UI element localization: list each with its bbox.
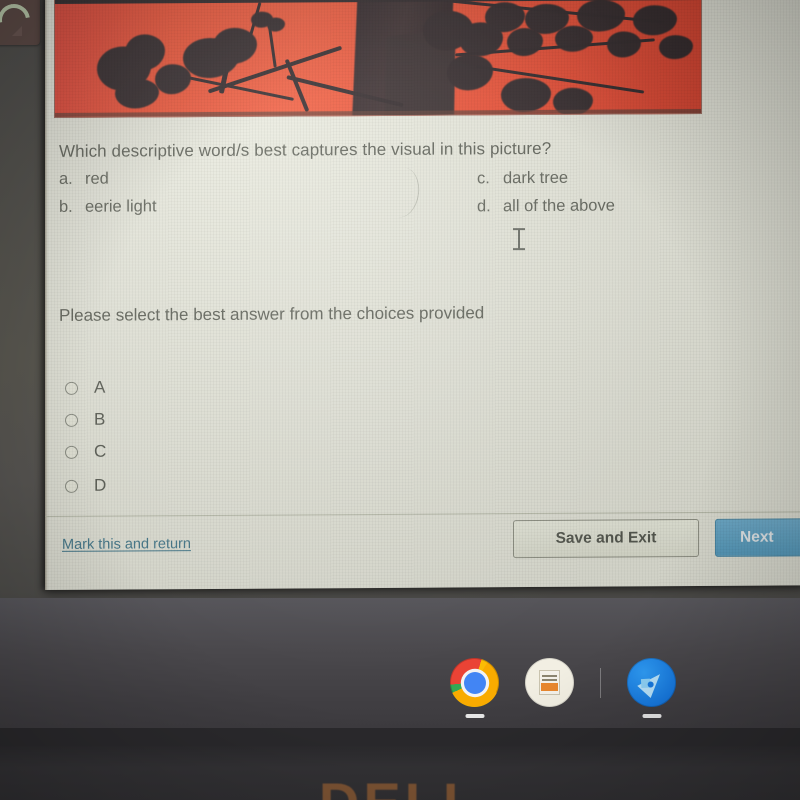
choice-a-text: red [85, 169, 109, 188]
choice-c-text: dark tree [503, 168, 569, 188]
choice-d-key: d. [477, 197, 491, 216]
chrome-center [463, 671, 486, 694]
partial-window-top-left[interactable] [0, 0, 40, 45]
rocket-active-indicator [642, 714, 661, 718]
footer-divider [45, 511, 800, 517]
radio-label-d: D [94, 475, 107, 495]
radio-option-c[interactable]: C [65, 442, 106, 462]
dell-logo: DELL [319, 770, 481, 800]
shelf-icon-group [450, 658, 676, 718]
chrome-icon[interactable] [450, 658, 499, 718]
radio-circle-a[interactable] [65, 381, 78, 395]
next-button[interactable]: Next [715, 518, 800, 557]
choice-a: a. red [59, 170, 109, 189]
screen-smudge [386, 166, 423, 220]
choice-a-key: a. [59, 169, 73, 188]
shelf-separator [600, 667, 601, 698]
choice-d: d. all of the above [477, 197, 615, 217]
question-image [54, 0, 702, 118]
radio-label-b: B [94, 409, 106, 429]
choice-b-text: eerie light [85, 197, 157, 216]
choice-b: b. eerie light [59, 197, 157, 217]
laptop-bezel: DELL [0, 746, 800, 800]
choice-b-key: b. [59, 197, 73, 216]
quiz-page: Which descriptive word/s best captures t… [45, 0, 800, 591]
window-corner-fold [12, 26, 22, 36]
question-text: Which descriptive word/s best captures t… [59, 138, 552, 161]
chrome-active-indicator [465, 714, 484, 718]
rocket-glyph [636, 667, 667, 698]
radio-circle-b[interactable] [65, 413, 78, 427]
mark-this-and-return-link[interactable]: Mark this and return [62, 536, 191, 553]
document-icon[interactable] [525, 658, 574, 707]
radio-label-c: C [94, 441, 107, 461]
shelf-bottom-strip [0, 728, 800, 746]
radio-label-a: A [94, 377, 106, 397]
radio-circle-c[interactable] [65, 445, 78, 459]
radio-option-d[interactable]: D [65, 476, 106, 496]
text-cursor-icon [513, 227, 525, 251]
choice-d-text: all of the above [503, 196, 615, 216]
rocket-icon[interactable] [627, 658, 676, 718]
choice-c-key: c. [477, 169, 490, 188]
choice-c: c. dark tree [477, 169, 568, 189]
radio-option-a[interactable]: A [65, 378, 105, 398]
document-glyph [539, 670, 560, 695]
page-left-edge [45, 0, 48, 590]
radio-option-b[interactable]: B [65, 410, 105, 430]
radio-circle-d[interactable] [65, 479, 78, 493]
save-and-exit-button[interactable]: Save and Exit [513, 519, 699, 559]
answer-prompt: Please select the best answer from the c… [59, 303, 485, 325]
screenshot-root: Which descriptive word/s best captures t… [0, 0, 800, 800]
